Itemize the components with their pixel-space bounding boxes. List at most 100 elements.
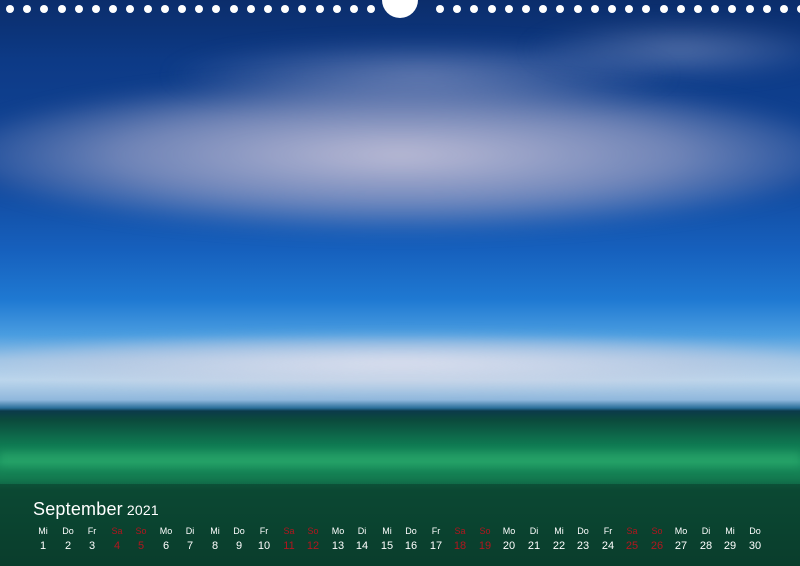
binding-hole — [591, 5, 599, 13]
binding-hole — [746, 5, 754, 13]
month-name: September — [33, 499, 123, 519]
binding-hole — [642, 5, 650, 13]
weekday-label: Sa — [454, 526, 466, 536]
day-number: 8 — [211, 540, 219, 552]
weekday-label: Sa — [111, 526, 123, 536]
weekday-label: Mo — [502, 526, 516, 536]
binding-hole — [230, 5, 238, 13]
binding-hole — [247, 5, 255, 13]
binding-hole — [625, 5, 633, 13]
weekday-label: Mi — [38, 526, 48, 536]
weekday-label: Fr — [603, 526, 613, 536]
binding-hole — [711, 5, 719, 13]
day-number: 1 — [39, 540, 47, 552]
binding-hole — [470, 5, 478, 13]
main-cloud-streak — [0, 80, 800, 230]
binding-hole — [126, 5, 134, 13]
day-number: 3 — [88, 540, 96, 552]
calendar-strip — [0, 484, 800, 566]
binding-hole — [780, 5, 788, 13]
binding-hole — [316, 5, 324, 13]
day-number: 7 — [186, 540, 194, 552]
binding-hole — [436, 5, 444, 13]
binding-hole — [574, 5, 582, 13]
day-number: 19 — [478, 540, 492, 552]
binding-hole — [195, 5, 203, 13]
weekday-label: Mi — [382, 526, 392, 536]
day-number: 24 — [601, 540, 615, 552]
day-number: 18 — [453, 540, 467, 552]
day-number: 23 — [576, 540, 590, 552]
binding-hole — [763, 5, 771, 13]
weekday-label: Di — [529, 526, 539, 536]
binding-hole — [728, 5, 736, 13]
day-number: 30 — [748, 540, 762, 552]
day-number: 20 — [502, 540, 516, 552]
binding-hole — [539, 5, 547, 13]
weekday-label: Sa — [626, 526, 638, 536]
weekday-label: Mo — [674, 526, 688, 536]
binding-hole — [23, 5, 31, 13]
day-number: 6 — [162, 540, 170, 552]
binding-hole — [505, 5, 513, 13]
weekday-label: Do — [405, 526, 417, 536]
day-number: 5 — [137, 540, 145, 552]
day-number: 17 — [429, 540, 443, 552]
weekday-label: Mi — [210, 526, 220, 536]
weekday-label: Do — [577, 526, 589, 536]
binding-hole — [488, 5, 496, 13]
binding-hole — [350, 5, 358, 13]
day-number: 28 — [699, 540, 713, 552]
weekday-label: Do — [233, 526, 245, 536]
weekday-label: Mi — [554, 526, 564, 536]
weekday-label: Di — [185, 526, 195, 536]
day-number: 25 — [625, 540, 639, 552]
day-number: 13 — [331, 540, 345, 552]
binding-hole — [522, 5, 530, 13]
binding-hole — [694, 5, 702, 13]
weekday-label: Mo — [331, 526, 345, 536]
binding-hole — [92, 5, 100, 13]
day-number: 21 — [527, 540, 541, 552]
horizon-cloud-streak — [0, 335, 800, 390]
seascape-photo — [0, 0, 800, 566]
day-number: 11 — [283, 540, 295, 552]
weekday-label: Di — [357, 526, 367, 536]
weekday-label: Fr — [87, 526, 97, 536]
day-number: 29 — [723, 540, 737, 552]
weekday-label: So — [479, 526, 491, 536]
day-number: 12 — [306, 540, 320, 552]
binding-hole — [608, 5, 616, 13]
weekday-label: Fr — [259, 526, 269, 536]
binding-hole — [178, 5, 186, 13]
binding-hole — [556, 5, 564, 13]
binding-hole — [58, 5, 66, 13]
weekday-label: So — [135, 526, 147, 536]
day-number: 15 — [380, 540, 394, 552]
binding-hole — [281, 5, 289, 13]
binding-hole — [6, 5, 14, 13]
sea-light-band — [0, 452, 800, 466]
month-title: September 2021 — [33, 499, 159, 520]
weekday-label: So — [651, 526, 663, 536]
day-number: 9 — [235, 540, 243, 552]
binding-hole — [367, 5, 375, 13]
binding-hole — [333, 5, 341, 13]
binding-hole — [161, 5, 169, 13]
day-number: 27 — [674, 540, 688, 552]
day-number: 22 — [552, 540, 566, 552]
day-number: 14 — [355, 540, 369, 552]
weekday-label: Di — [701, 526, 711, 536]
weekday-label: Mi — [725, 526, 735, 536]
day-number: 4 — [113, 540, 121, 552]
weekday-label: Mo — [159, 526, 173, 536]
day-number: 2 — [64, 540, 72, 552]
year-label: 2021 — [126, 502, 159, 518]
binding-hole — [660, 5, 668, 13]
binding-hole — [212, 5, 220, 13]
weekday-label: Sa — [283, 526, 295, 536]
binding-hole — [75, 5, 83, 13]
binding-hole — [264, 5, 272, 13]
binding-hole — [453, 5, 461, 13]
day-number: 26 — [650, 540, 664, 552]
